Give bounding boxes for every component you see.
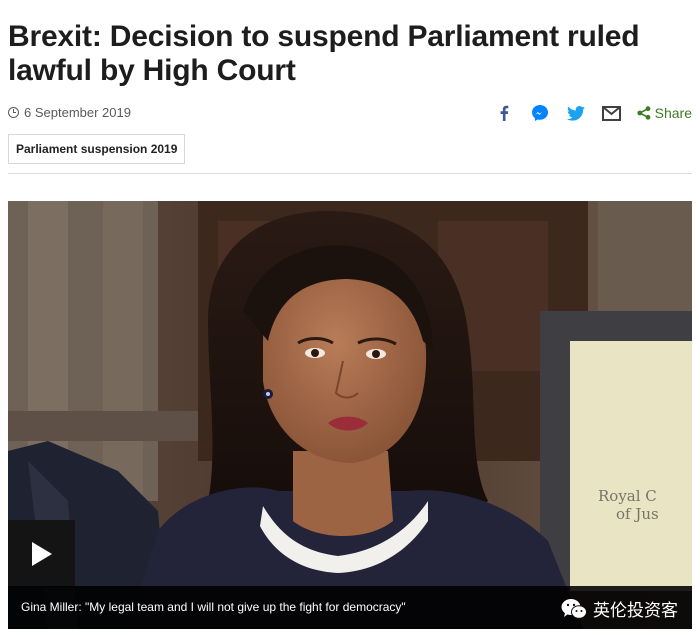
messenger-icon[interactable] [529, 102, 551, 124]
date-text: 6 September 2019 [24, 105, 131, 120]
twitter-icon[interactable] [565, 102, 587, 124]
play-button[interactable] [8, 520, 75, 587]
caption-bar: Gina Miller: "My legal team and I will n… [8, 586, 692, 629]
svg-text:of Jus: of Jus [616, 505, 659, 523]
divider [8, 173, 692, 174]
meta-row: 6 September 2019 Share [8, 102, 692, 124]
video-still: Royal C of Jus [8, 201, 692, 629]
play-icon [31, 541, 52, 566]
timestamp: 6 September 2019 [8, 105, 131, 120]
watermark-text: 英伦投资客 [593, 601, 678, 621]
wechat-icon [561, 598, 587, 619]
share-label: Share [654, 105, 692, 121]
share-bar: Share [479, 102, 692, 124]
topic-tag[interactable]: Parliament suspension 2019 [8, 134, 186, 164]
facebook-icon[interactable] [493, 102, 515, 124]
share-button[interactable]: Share [637, 105, 692, 121]
email-icon[interactable] [601, 102, 623, 124]
clock-icon [8, 107, 19, 118]
share-icon [637, 106, 651, 120]
video-caption: Gina Miller: "My legal team and I will n… [21, 600, 406, 614]
sign-text: Royal C [598, 487, 657, 505]
headline: Brexit: Decision to suspend Parliament r… [8, 20, 640, 87]
video-player[interactable]: Royal C of Jus Gina Miller: "My legal te… [8, 201, 692, 629]
watermark: 英伦投资客 [561, 596, 678, 621]
